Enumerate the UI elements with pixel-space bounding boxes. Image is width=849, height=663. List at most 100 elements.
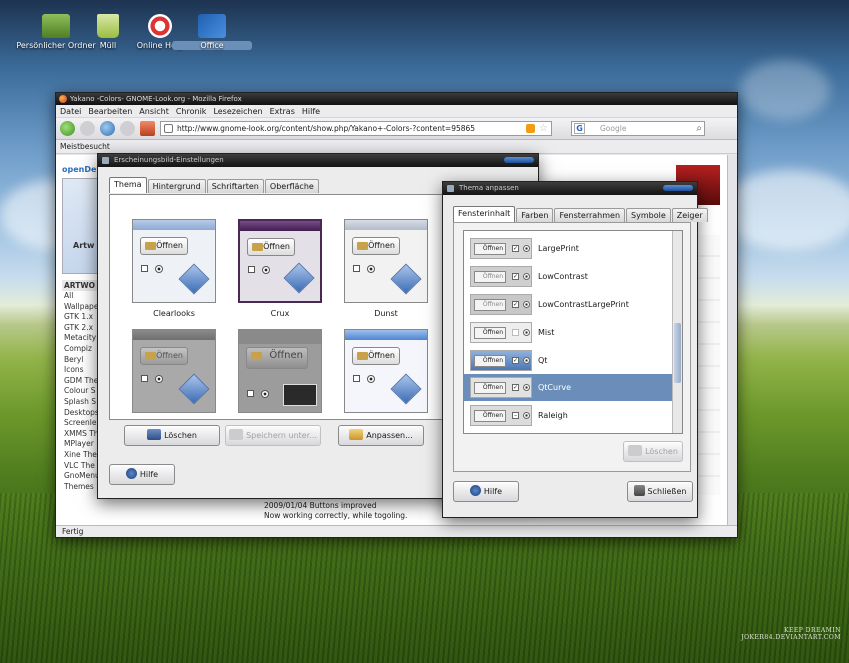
reload-icon[interactable]	[100, 121, 115, 136]
menu-hilfe[interactable]: Hilfe	[302, 105, 320, 117]
stop-icon[interactable]	[120, 121, 135, 136]
firefox-titlebar[interactable]: Yakano -Colors- GNOME-Look.org - Mozilla…	[56, 93, 737, 105]
button-label: Löschen	[645, 447, 678, 456]
theme-name: LargePrint	[538, 244, 579, 253]
preview-titlebar	[133, 330, 215, 340]
preview-diamond-icon	[390, 263, 422, 295]
menu-extras[interactable]: Extras	[270, 105, 295, 117]
theme-preview: Öffnen ✓	[470, 238, 532, 259]
theme-preview: Öffnen ✓	[470, 266, 532, 287]
list-item[interactable]: Öffnen Mist	[464, 319, 674, 346]
page-scrollbar[interactable]	[727, 155, 737, 525]
customize-titlebar[interactable]: Thema anpassen	[443, 182, 697, 195]
tab-zeiger[interactable]: Zeiger	[671, 208, 708, 222]
theme-name: Raleigh	[538, 411, 568, 420]
theme-name: Mist	[538, 328, 555, 337]
window-icon	[102, 157, 109, 164]
customize-button[interactable]: Anpassen...	[338, 425, 424, 446]
theme-item[interactable]: Öffnen Dunst	[336, 219, 436, 318]
status-bar: Fertig	[56, 525, 737, 537]
tab-hintergrund[interactable]: Hintergrund	[147, 179, 206, 193]
preview-diamond-icon	[390, 373, 422, 405]
watermark-line: KEEP DREAMIN	[784, 627, 841, 634]
menu-datei[interactable]: Datei	[60, 105, 81, 117]
preview-radio	[523, 329, 530, 336]
menu-lesezeichen[interactable]: Lesezeichen	[213, 105, 262, 117]
help-lifebuoy-icon	[148, 14, 172, 38]
help-icon	[469, 485, 481, 496]
list-item[interactable]: Öffnen ✓ LowContrast	[464, 263, 674, 290]
cloud-decor	[740, 60, 830, 120]
list-item[interactable]: Öffnen ✓ LargePrint	[464, 235, 674, 262]
list-item[interactable]: Öffnen ✓ LowContrastLargePrint	[464, 291, 674, 318]
trash-icon	[97, 14, 119, 38]
window-icon	[447, 185, 454, 192]
tab-fensterrahmen[interactable]: Fensterrahmen	[554, 208, 626, 222]
watermark: KEEP DREAMIN JOKER84.DEVIANTART.COM	[741, 627, 841, 641]
preview-checkbox	[353, 265, 360, 272]
desktop-icon-office[interactable]: Office	[172, 14, 252, 50]
theme-item[interactable]: Öffnen	[124, 329, 224, 419]
bookmark-star-icon[interactable]: ☆	[539, 122, 548, 135]
preview-radio	[155, 265, 163, 273]
desktop-icon-label: Office	[172, 41, 252, 50]
tab-fensterinhalt[interactable]: Fensterinhalt	[453, 206, 516, 222]
button-label: Schließen	[647, 487, 687, 496]
theme-item[interactable]: Öffnen Crux	[230, 219, 330, 318]
preview-radio	[367, 265, 375, 273]
rss-feed-icon[interactable]	[526, 124, 535, 133]
theme-preview: Öffnen	[238, 329, 322, 413]
preview-radio	[262, 266, 270, 274]
tab-thema[interactable]: Thema	[109, 177, 147, 193]
bookmark-most-visited[interactable]: Meistbesucht	[60, 142, 110, 151]
google-engine-icon[interactable]: G	[574, 123, 585, 134]
tab-oberflaeche[interactable]: Oberfläche	[264, 179, 319, 193]
list-scrollbar[interactable]	[672, 231, 682, 433]
delete-button[interactable]: Löschen	[623, 441, 683, 462]
window-controls-icon[interactable]	[663, 185, 693, 191]
menu-ansicht[interactable]: Ansicht	[139, 105, 169, 117]
theme-item[interactable]: Öffnen	[230, 329, 330, 419]
delete-theme-button[interactable]: Löschen	[124, 425, 220, 446]
menu-bearbeiten[interactable]: Bearbeiten	[88, 105, 132, 117]
list-item[interactable]: Öffnen – Raleigh	[464, 402, 674, 429]
appearance-titlebar[interactable]: Erscheinungsbild-Einstellungen	[98, 154, 538, 167]
preview-radio	[523, 273, 530, 280]
home-icon[interactable]	[140, 121, 155, 136]
preview-button: Öffnen	[474, 243, 506, 255]
search-icon[interactable]: ⌕	[696, 122, 702, 135]
button-label: Löschen	[164, 431, 197, 440]
theme-name: Dunst	[374, 309, 398, 318]
site-favicon-icon	[164, 124, 173, 133]
search-input[interactable]: G Google ⌕	[571, 121, 705, 136]
back-arrow-icon[interactable]	[60, 121, 75, 136]
help-button[interactable]: Hilfe	[109, 464, 175, 485]
help-button[interactable]: Hilfe	[453, 481, 519, 502]
theme-item[interactable]: Öffnen	[336, 329, 436, 419]
theme-name: Clearlooks	[153, 309, 195, 318]
preview-button: Öffnen	[246, 347, 308, 369]
bookmarks-toolbar: Meistbesucht	[56, 140, 737, 154]
tab-schriftarten[interactable]: Schriftarten	[206, 179, 264, 193]
status-text: Fertig	[62, 527, 84, 536]
preview-button: Öffnen	[140, 237, 188, 255]
preview-button: Öffnen	[474, 410, 506, 422]
preview-button: Öffnen	[247, 238, 295, 256]
window-title: Thema anpassen	[459, 184, 519, 192]
save-as-button[interactable]: Speichern unter...	[225, 425, 321, 446]
tab-symbole[interactable]: Symbole	[626, 208, 671, 222]
search-placeholder: Google	[600, 124, 627, 133]
menu-chronik[interactable]: Chronik	[176, 105, 207, 117]
close-button[interactable]: Schließen	[627, 481, 693, 502]
list-item[interactable]: Öffnen ✓ Qt	[464, 347, 674, 374]
theme-name: Qt	[538, 356, 548, 365]
theme-item[interactable]: Öffnen Clearlooks	[124, 219, 224, 318]
firefox-icon	[59, 95, 67, 103]
url-bar[interactable]: http://www.gnome-look.org/content/show.p…	[160, 121, 552, 136]
scrollbar-thumb[interactable]	[674, 323, 681, 383]
window-controls-icon[interactable]	[504, 157, 534, 163]
list-item-selected[interactable]: Öffnen ✓ QtCurve	[464, 374, 674, 401]
theme-preview: Öffnen ✓	[470, 350, 532, 371]
forward-arrow-icon[interactable]	[80, 121, 95, 136]
tab-farben[interactable]: Farben	[516, 208, 554, 222]
